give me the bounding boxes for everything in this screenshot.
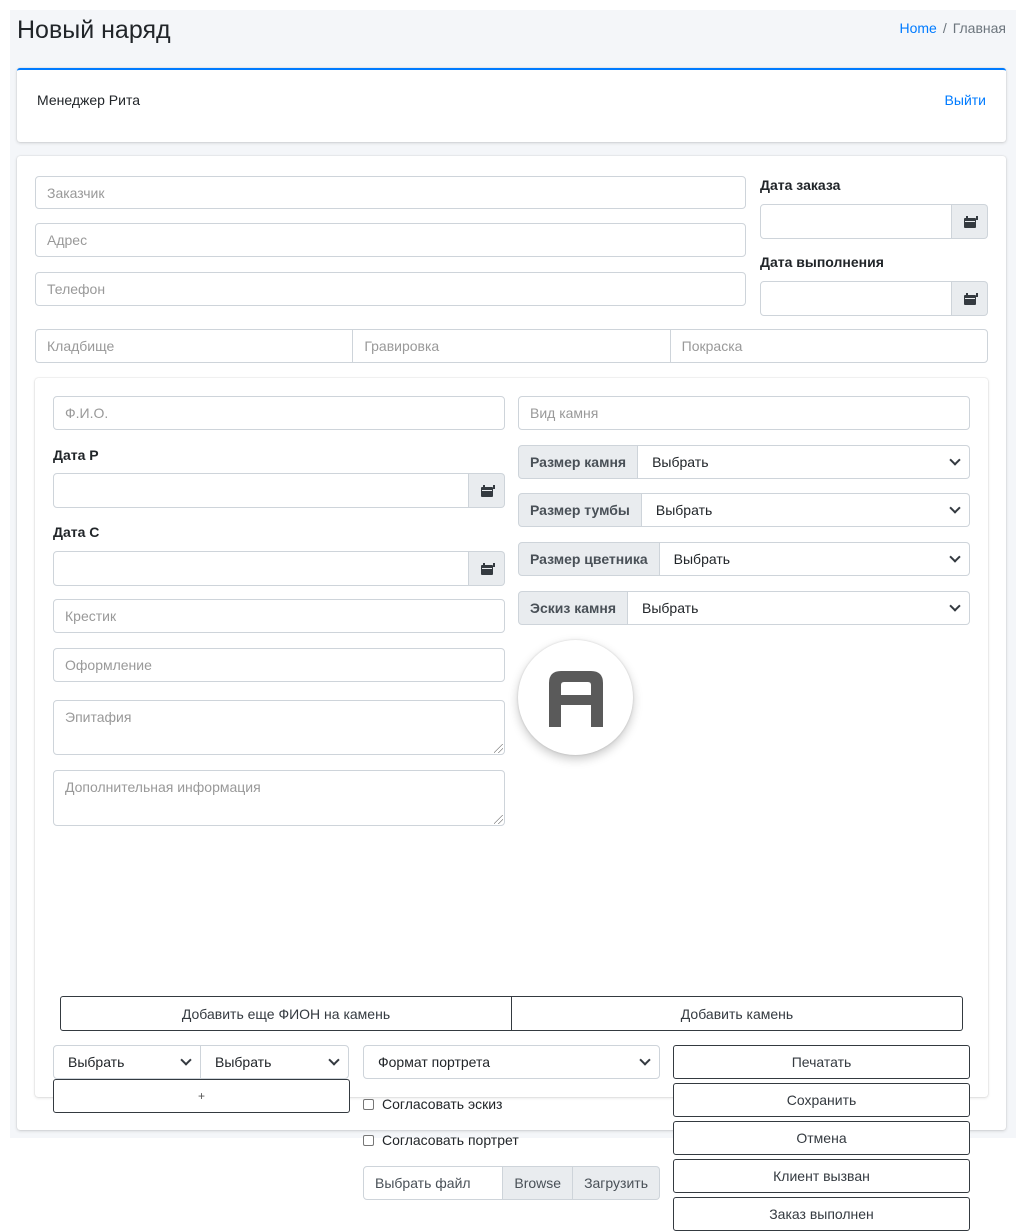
approve-sketch-label: Согласовать эскиз [382,1096,503,1112]
customer-input[interactable]: Заказчик [35,176,746,209]
save-button[interactable]: Сохранить [673,1083,970,1117]
flowerbed-size-label: Размер цветника [518,542,660,576]
stone-sketch-select[interactable]: Выбрать [627,591,970,625]
breadcrumb-home-link[interactable]: Home [899,20,936,36]
add-stone-button[interactable]: Добавить камень [512,996,963,1031]
design-input[interactable]: Оформление [53,648,505,682]
birth-date-label: Дата Р [53,447,99,463]
user-label: Менеджер Рита [37,92,141,108]
painting-input[interactable]: Покраска [669,329,988,363]
flowerbed-size-select[interactable]: Выбрать [659,542,970,576]
checkbox-icon[interactable] [363,1098,374,1110]
stone-size-select[interactable]: Выбрать [638,445,970,479]
death-date-label: Дата С [53,524,100,540]
resize-grip-icon[interactable] [494,815,503,824]
extra-info-textarea[interactable]: Дополнительная информация [53,770,505,826]
logo-letter-a-icon [548,670,603,727]
breadcrumb: Home / Главная [899,20,1006,36]
approve-portrait-checkbox[interactable]: Согласовать портрет [363,1132,519,1148]
death-date-group [53,551,505,586]
birth-date-input[interactable] [53,473,469,508]
flowerbed-size-group: Размер цветника Выбрать [518,542,970,576]
stone-size-value: Выбрать [652,454,709,470]
pedestal-size-label: Размер тумбы [518,493,642,527]
order-date-label: Дата заказа [760,177,841,193]
calendar-icon [963,215,978,228]
approve-portrait-label: Согласовать портрет [382,1132,519,1148]
stone-sketch-label: Эскиз камня [518,591,628,625]
stone-sketch-group: Эскиз камня Выбрать [518,591,970,625]
page-edge [0,855,10,1138]
breadcrumb-current: Главная [952,20,1006,36]
birth-date-calendar-button[interactable] [469,473,505,508]
upload-button[interactable]: Загрузить [573,1166,660,1200]
calendar-icon [963,292,978,305]
option-select-b[interactable]: Выбрать [200,1045,349,1079]
engraving-input[interactable]: Гравировка [352,329,671,363]
chevron-down-icon [949,454,961,466]
stone-type-input[interactable]: Вид камня [518,396,970,430]
cancel-button[interactable]: Отмена [673,1121,970,1155]
logout-link[interactable]: Выйти [945,92,986,108]
extra-info-placeholder: Дополнительная информация [65,779,261,795]
option-select-a[interactable]: Выбрать [53,1045,201,1079]
cemetery-engraving-painting-group: Кладбище Гравировка Покраска [35,329,988,363]
completion-date-label: Дата выполнения [760,254,884,270]
add-fio-button[interactable]: Добавить еще ФИОН на камень [60,996,512,1031]
option-select-a-value: Выбрать [68,1054,125,1070]
calendar-icon [480,484,495,497]
death-date-input[interactable] [53,551,469,586]
death-date-calendar-button[interactable] [469,551,505,586]
pedestal-size-select[interactable]: Выбрать [641,493,970,527]
order-date-input[interactable] [760,204,952,239]
chevron-down-icon [639,1054,651,1066]
print-button[interactable]: Печатать [673,1045,970,1079]
flowerbed-size-value: Выбрать [673,551,731,567]
completion-date-group [760,281,988,316]
user-card: Менеджер Рита Выйти [17,68,1006,142]
stone-card: Ф.И.О. Вид камня Дата Р Дата С Крестик О… [35,378,988,1231]
calendar-icon [480,562,495,575]
pedestal-size-group: Размер тумбы Выбрать [518,493,970,527]
epitaph-placeholder: Эпитафия [65,709,132,725]
completion-date-input[interactable] [760,281,952,316]
browse-button[interactable]: Browse [503,1166,574,1200]
chevron-down-icon [949,551,961,563]
order-date-group [760,204,988,239]
stone-sketch-value: Выбрать [641,600,699,616]
stone-size-label: Размер камня [518,445,639,479]
chevron-down-icon [949,502,961,514]
stone-size-group: Размер камня Выбрать [518,445,970,479]
approve-sketch-checkbox[interactable]: Согласовать эскиз [363,1096,502,1112]
checkbox-icon[interactable] [363,1134,374,1146]
order-done-button[interactable]: Заказ выполнен [673,1197,970,1231]
breadcrumb-separator: / [942,20,947,36]
address-input[interactable]: Адрес [35,223,746,257]
cemetery-input[interactable]: Кладбище [35,329,354,363]
chevron-down-icon [328,1054,340,1066]
order-form-card: Заказчик Адрес Телефон Дата заказа Дата … [17,156,1006,1231]
chevron-down-icon [949,600,961,612]
chevron-down-icon [180,1054,192,1066]
resize-grip-icon[interactable] [494,744,503,753]
portrait-format-select[interactable]: Формат портрета [363,1045,660,1079]
pedestal-size-value: Выбрать [655,502,713,518]
birth-date-group [53,473,505,508]
order-date-calendar-button[interactable] [952,204,988,239]
file-upload-group: Выбрать файл Browse Загрузить [363,1166,660,1200]
brand-logo [518,640,633,755]
option-select-b-value: Выбрать [215,1054,272,1070]
epitaph-textarea[interactable]: Эпитафия [53,700,505,755]
phone-input[interactable]: Телефон [35,272,746,306]
fio-input[interactable]: Ф.И.О. [53,396,505,430]
add-buttons-group: Добавить еще ФИОН на камень Добавить кам… [60,996,963,1031]
file-input[interactable]: Выбрать файл [363,1166,504,1200]
cross-input[interactable]: Крестик [53,599,505,633]
add-option-button[interactable]: + [53,1079,350,1113]
portrait-format-value: Формат портрета [378,1054,491,1070]
page-title: Новый наряд [17,16,171,44]
completion-date-calendar-button[interactable] [952,281,988,316]
client-called-button[interactable]: Клиент вызван [673,1159,970,1193]
